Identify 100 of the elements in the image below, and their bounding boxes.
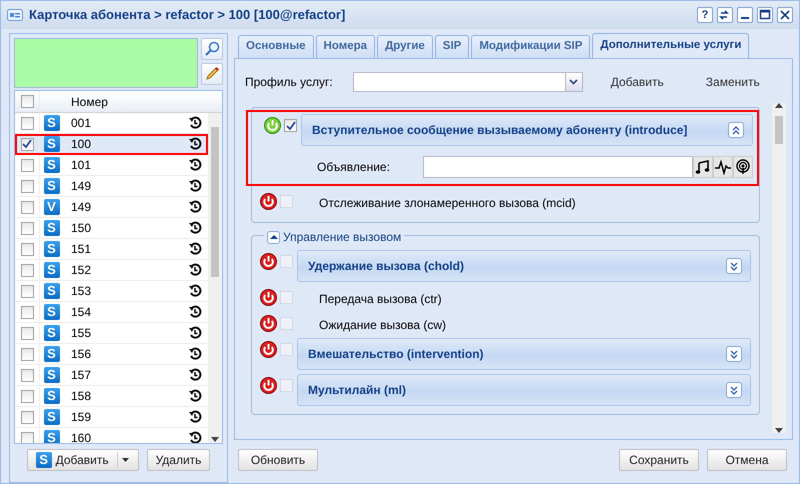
expand-button[interactable] (726, 258, 742, 274)
checkbox[interactable] (280, 255, 293, 268)
save-button[interactable]: Сохранить (619, 449, 699, 471)
history-icon[interactable] (188, 263, 202, 277)
table-row[interactable]: V 149 (15, 197, 208, 218)
edit-button[interactable] (201, 63, 223, 85)
checkbox[interactable] (20, 264, 34, 276)
checkbox[interactable] (20, 410, 34, 424)
caret-icon[interactable] (122, 458, 130, 462)
history-icon[interactable] (188, 242, 202, 256)
refresh-button[interactable] (717, 7, 733, 23)
tab[interactable]: Основные (238, 35, 314, 58)
history-icon[interactable] (188, 431, 202, 443)
history-icon[interactable] (188, 221, 202, 235)
checkbox[interactable] (20, 368, 34, 382)
power-icon[interactable] (260, 341, 277, 358)
history-icon[interactable] (188, 347, 202, 361)
checkbox[interactable] (284, 119, 297, 132)
checkbox[interactable] (20, 116, 34, 130)
expand-button[interactable] (726, 382, 742, 398)
announcement-field[interactable] (423, 156, 693, 178)
table-row[interactable]: S 157 (15, 365, 208, 386)
history-icon[interactable] (188, 410, 202, 424)
scroll-down-icon[interactable] (211, 437, 219, 443)
power-icon[interactable] (264, 117, 281, 134)
checkbox[interactable] (20, 95, 34, 108)
replace-button[interactable]: Заменить (682, 73, 774, 91)
tab[interactable]: Модификации SIP (471, 35, 590, 58)
checkbox[interactable] (20, 432, 34, 443)
collapse-button[interactable] (728, 122, 744, 138)
table-row[interactable]: S 154 (15, 302, 208, 323)
panel-header[interactable]: Мультилайн (ml) (297, 374, 751, 406)
checkbox[interactable] (20, 180, 34, 192)
checkbox[interactable] (20, 306, 34, 318)
checkbox[interactable] (20, 138, 34, 150)
history-icon[interactable] (188, 326, 202, 340)
table-row[interactable]: S 153 (15, 281, 208, 302)
scroll-thumb[interactable] (775, 116, 783, 144)
checkbox[interactable] (20, 200, 34, 214)
waveform-icon[interactable] (715, 159, 731, 175)
tab[interactable]: Номера (316, 35, 376, 58)
history-icon[interactable] (188, 137, 202, 151)
history-icon[interactable] (188, 179, 202, 193)
tab[interactable]: Другие (377, 35, 433, 58)
table-row[interactable]: S 151 (15, 239, 208, 260)
checkbox[interactable] (280, 379, 293, 392)
table-row[interactable]: S 149 (15, 176, 208, 197)
collapse-button[interactable] (267, 230, 280, 244)
checkbox[interactable] (20, 158, 34, 172)
table-row[interactable]: S 100 (15, 134, 208, 155)
checkbox[interactable] (20, 390, 34, 402)
checkbox[interactable] (20, 326, 34, 340)
power-icon[interactable] (260, 193, 277, 210)
help-button[interactable]: ? (697, 7, 713, 23)
expand-button[interactable] (726, 346, 742, 362)
tab[interactable]: Дополнительные услуги (592, 33, 750, 58)
table-row[interactable]: S 159 (15, 407, 208, 428)
music-note-icon[interactable] (695, 159, 711, 175)
power-icon[interactable] (260, 315, 277, 332)
checkbox[interactable] (280, 195, 293, 208)
podcast-icon[interactable] (735, 159, 751, 175)
panel-header[interactable]: Удержание вызова (chold) (297, 250, 751, 282)
table-row[interactable]: S 156 (15, 344, 208, 365)
checkbox[interactable] (280, 291, 293, 304)
search-button[interactable] (201, 38, 223, 60)
history-icon[interactable] (188, 305, 202, 319)
refresh-button[interactable]: Обновить (238, 449, 318, 471)
table-row[interactable]: S 152 (15, 260, 208, 281)
history-icon[interactable] (188, 368, 202, 382)
checkbox[interactable] (280, 343, 293, 356)
tab[interactable]: SIP (434, 35, 470, 58)
add-button[interactable]: Добавить (586, 73, 678, 91)
checkbox[interactable] (20, 348, 34, 360)
minimize-button[interactable] (737, 7, 753, 23)
table-row[interactable]: S 155 (15, 323, 208, 344)
panel-header[interactable]: Вмешательство (intervention) (297, 338, 751, 370)
scroll-up-icon[interactable] (775, 103, 783, 108)
close-button[interactable] (777, 7, 793, 23)
checkbox[interactable] (20, 242, 34, 256)
power-icon[interactable] (260, 377, 277, 394)
history-icon[interactable] (188, 200, 202, 214)
checkbox[interactable] (20, 222, 34, 234)
scroll-down-icon[interactable] (775, 428, 783, 433)
scroll-thumb[interactable] (211, 127, 219, 277)
history-icon[interactable] (188, 158, 202, 172)
table-row[interactable]: S 101 (15, 155, 208, 176)
power-icon[interactable] (260, 289, 277, 306)
table-row[interactable]: S 150 (15, 218, 208, 239)
chevron-down-icon[interactable] (569, 79, 578, 85)
scrollbar[interactable] (772, 103, 786, 433)
delete-button[interactable]: Удалить (146, 449, 210, 471)
table-row[interactable]: S 158 (15, 386, 208, 407)
cancel-button[interactable]: Отмена (707, 449, 787, 471)
history-icon[interactable] (188, 389, 202, 403)
history-icon[interactable] (188, 116, 202, 130)
scrollbar[interactable] (208, 113, 222, 443)
panel-header[interactable]: Вступительное сообщение вызываемому абоненту (introduce] (301, 114, 753, 146)
add-button[interactable]: S Добавить (26, 449, 139, 471)
checkbox[interactable] (280, 317, 293, 330)
maximize-button[interactable] (757, 7, 773, 23)
